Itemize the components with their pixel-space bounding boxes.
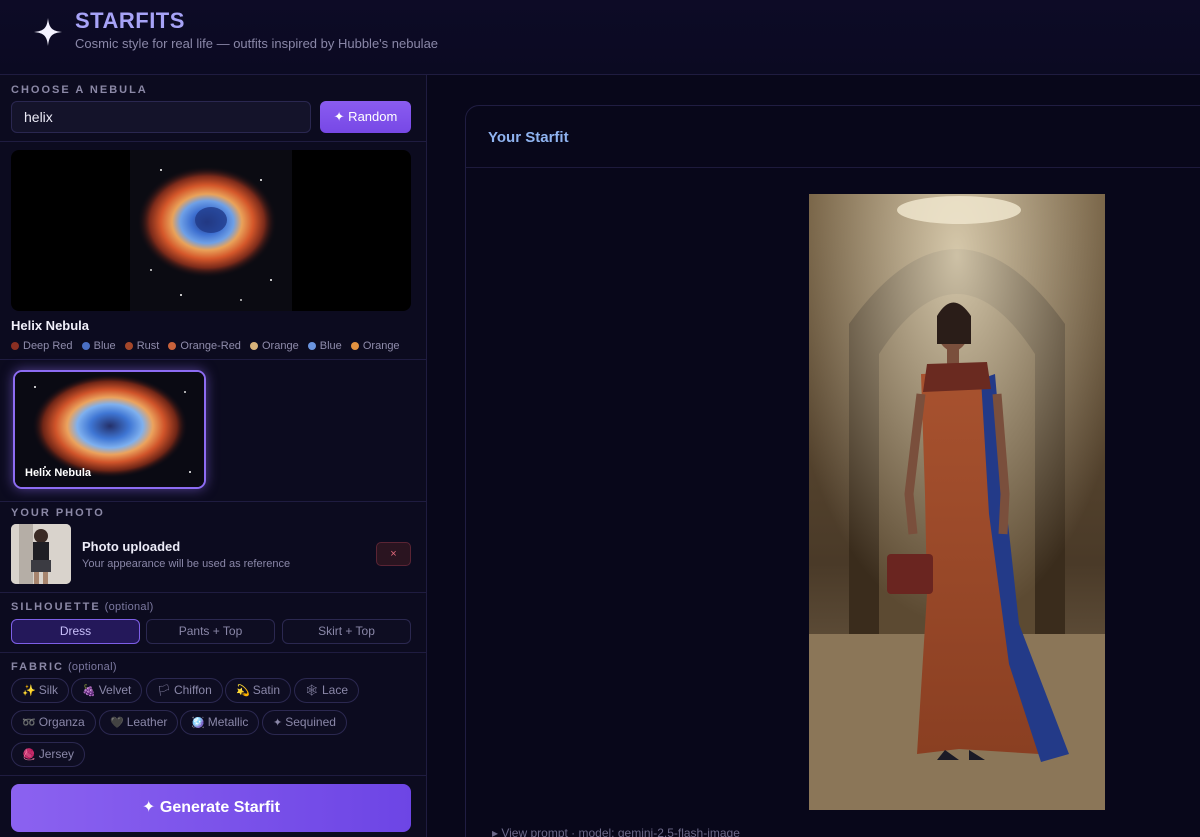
fabric-section-title: FABRIC (optional) [11, 661, 117, 673]
fabric-option-satin[interactable]: 💫 Satin [225, 678, 292, 703]
grapes-icon: 🍇 [82, 685, 96, 697]
fabric-option-lace[interactable]: 🕸 Lace [294, 678, 359, 703]
palette-chip: Blue [81, 340, 116, 352]
sparkles-icon: ✨ [22, 685, 36, 697]
generated-outfit-image [809, 194, 1105, 810]
result-panel-header: Your Starfit [466, 106, 1200, 168]
palette-chip: Blue [307, 340, 342, 352]
fabric-label: Silk [38, 683, 59, 697]
color-label: Orange [362, 340, 400, 352]
photo-status-subtitle: Your appearance will be used as referenc… [82, 558, 291, 570]
silhouette-section-title: SILHOUETTE (optional) [11, 601, 154, 613]
nebula-preview-image [11, 150, 411, 311]
color-label: Orange [262, 340, 299, 352]
dizzy-star-icon: 💫 [236, 685, 250, 697]
fabric-title-text: FABRIC [11, 661, 64, 673]
random-button[interactable]: ✦ Random [320, 101, 411, 133]
sparkle-logo-icon [34, 18, 62, 46]
loop-icon: ➿ [22, 717, 36, 729]
color-swatch [81, 342, 90, 350]
view-prompt-toggle[interactable]: ▸ View prompt · model: gemini-2.5-flash-… [492, 826, 740, 837]
color-label: Blue [93, 340, 116, 352]
fabric-label: Satin [252, 683, 281, 697]
fabric-option-sequined[interactable]: ✦ Sequined [262, 710, 347, 735]
black-heart-icon: 🖤 [110, 717, 124, 729]
generate-starfit-button[interactable]: ✦ Generate Starfit [11, 784, 411, 832]
color-swatch [307, 342, 316, 350]
palette-chip: Rust [124, 340, 160, 352]
color-swatch [11, 342, 19, 350]
fabric-option-jersey[interactable]: 🧶 Jersey [11, 742, 86, 767]
color-swatch [124, 342, 133, 350]
fabric-option-chiffon[interactable]: 🏳 Chiffon [146, 678, 223, 703]
fabric-option-silk[interactable]: ✨ Silk [11, 678, 70, 703]
color-label: Rust [136, 340, 160, 352]
remove-photo-button[interactable]: × [376, 542, 411, 566]
nebula-name: Helix Nebula [11, 318, 90, 333]
sparkle-icon: ✦ [273, 717, 283, 729]
palette-chip: Orange [350, 340, 400, 352]
nebula-section-title: CHOOSE A NEBULA [11, 84, 148, 96]
optional-label: (optional) [104, 601, 154, 613]
color-swatch [250, 342, 258, 350]
fabric-label: Velvet [98, 683, 132, 697]
color-label: Deep Red [23, 340, 73, 352]
divider [0, 592, 427, 593]
divider [0, 775, 427, 776]
fabric-label: Organza [38, 715, 85, 729]
fabric-option-organza[interactable]: ➿ Organza [11, 710, 96, 735]
result-title: Your Starfit [488, 129, 569, 146]
fabric-label: Chiffon [173, 683, 212, 697]
fabric-option-metallic[interactable]: 🪩 Metallic [180, 710, 260, 735]
divider [0, 652, 427, 653]
photo-section-title: YOUR PHOTO [11, 507, 105, 519]
app-header: STARFITS Cosmic style for real life — ou… [0, 0, 1200, 75]
fabric-label: Lace [321, 683, 348, 697]
palette-chip: Deep Red [11, 340, 73, 352]
nebula-thumbnail-card[interactable]: Helix Nebula [13, 370, 206, 489]
disco-ball-icon: 🪩 [191, 717, 205, 729]
divider [0, 501, 427, 502]
uploaded-photo-thumbnail [11, 524, 71, 584]
nebula-search-input[interactable]: helix [11, 101, 311, 133]
color-label: Orange-Red [180, 340, 241, 352]
web-icon: 🕸 [305, 685, 319, 697]
thumbnail-label: Helix Nebula [25, 467, 92, 479]
yarn-icon: 🧶 [22, 749, 36, 761]
color-label: Blue [319, 340, 342, 352]
silhouette-option-skirt-top[interactable]: Skirt + Top [282, 619, 411, 644]
optional-label: (optional) [67, 661, 117, 673]
silhouette-option-dress[interactable]: Dress [11, 619, 140, 644]
flag-icon: 🏳 [157, 685, 171, 697]
photo-status-title: Photo uploaded [82, 539, 181, 554]
palette-chip: Orange-Red [168, 340, 241, 352]
divider [0, 359, 427, 360]
fabric-option-leather[interactable]: 🖤 Leather [99, 710, 179, 735]
silhouette-option-pants-top[interactable]: Pants + Top [146, 619, 275, 644]
app-title: STARFITS [75, 8, 185, 33]
fabric-label: Sequined [285, 715, 336, 729]
fabric-label: Jersey [38, 747, 75, 761]
app-tagline: Cosmic style for real life — outfits ins… [75, 36, 439, 51]
fabric-option-velvet[interactable]: 🍇 Velvet [71, 678, 143, 703]
color-swatch [168, 342, 177, 350]
silhouette-title-text: SILHOUETTE [11, 601, 101, 613]
divider [0, 141, 427, 142]
color-palette: Deep Red Blue Rust Orange-Red Orange Blu… [11, 340, 406, 353]
color-swatch [350, 342, 359, 350]
result-panel: Your Starfit ▸ View prompt · model: gemi… [465, 105, 1200, 837]
sidebar: CHOOSE A NEBULA helix ✦ Random Helix Neb… [0, 75, 427, 837]
palette-chip: Orange [250, 340, 299, 352]
fabric-label: Leather [126, 715, 168, 729]
fabric-label: Metallic [207, 715, 249, 729]
